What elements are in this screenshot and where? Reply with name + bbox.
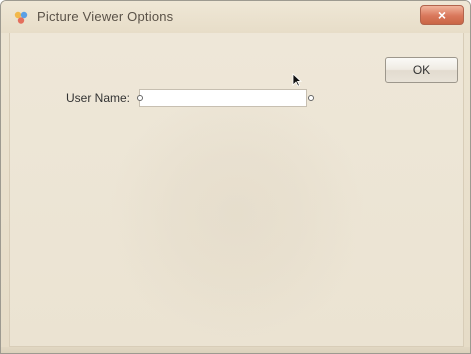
username-input[interactable]: [139, 89, 307, 107]
title-bar[interactable]: Picture Viewer Options ×: [1, 1, 470, 33]
close-button[interactable]: ×: [420, 5, 464, 25]
window-bottom-border: [1, 347, 470, 353]
dialog-window: Picture Viewer Options × OK User Name:: [0, 0, 471, 354]
dialog-client-area: OK User Name:: [9, 33, 464, 347]
ok-button[interactable]: OK: [385, 57, 458, 83]
resize-handle-icon[interactable]: [137, 95, 143, 101]
mouse-pointer-icon: [292, 73, 302, 87]
close-icon: ×: [437, 7, 447, 23]
picture-viewer-icon: [14, 11, 28, 24]
resize-handle-icon[interactable]: [308, 95, 314, 101]
window-title: Picture Viewer Options: [37, 9, 174, 24]
username-label: User Name:: [66, 91, 131, 105]
